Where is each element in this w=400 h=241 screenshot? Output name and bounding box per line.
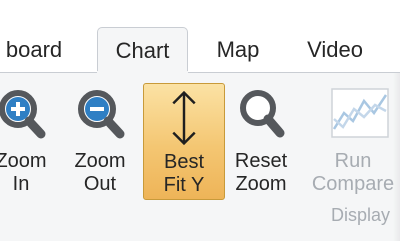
tab-label: Map bbox=[216, 37, 260, 62]
fit-vertical-icon bbox=[172, 90, 196, 146]
reset-zoom-icon bbox=[240, 90, 285, 138]
ribbon-edge-shadow bbox=[393, 73, 400, 241]
zoom-in-icon bbox=[0, 90, 46, 139]
tab-map[interactable]: Map bbox=[207, 27, 269, 73]
ribbon-group-label: Display bbox=[331, 205, 391, 225]
reset-zoom-button[interactable]: Reset Zoom bbox=[218, 83, 304, 200]
tab-chart[interactable]: Chart bbox=[97, 27, 188, 74]
run-compare-button[interactable]: Run Compare bbox=[310, 83, 396, 200]
zoom-out-icon bbox=[78, 90, 125, 139]
tab-label: board bbox=[5, 37, 63, 62]
reset-zoom-label: Reset Zoom bbox=[234, 150, 288, 195]
tab-label: Chart bbox=[115, 38, 170, 63]
tab-video[interactable]: Video bbox=[294, 27, 376, 73]
tab-label: Video bbox=[307, 37, 363, 62]
tab-dashboard[interactable]: board bbox=[0, 27, 74, 73]
run-compare-label: Run Compare bbox=[311, 150, 395, 195]
compare-chart-icon bbox=[331, 88, 389, 138]
ribbon-tab-strip: board Chart Map Video bbox=[0, 0, 400, 74]
zoom-out-button[interactable]: Zoom Out bbox=[57, 83, 143, 200]
